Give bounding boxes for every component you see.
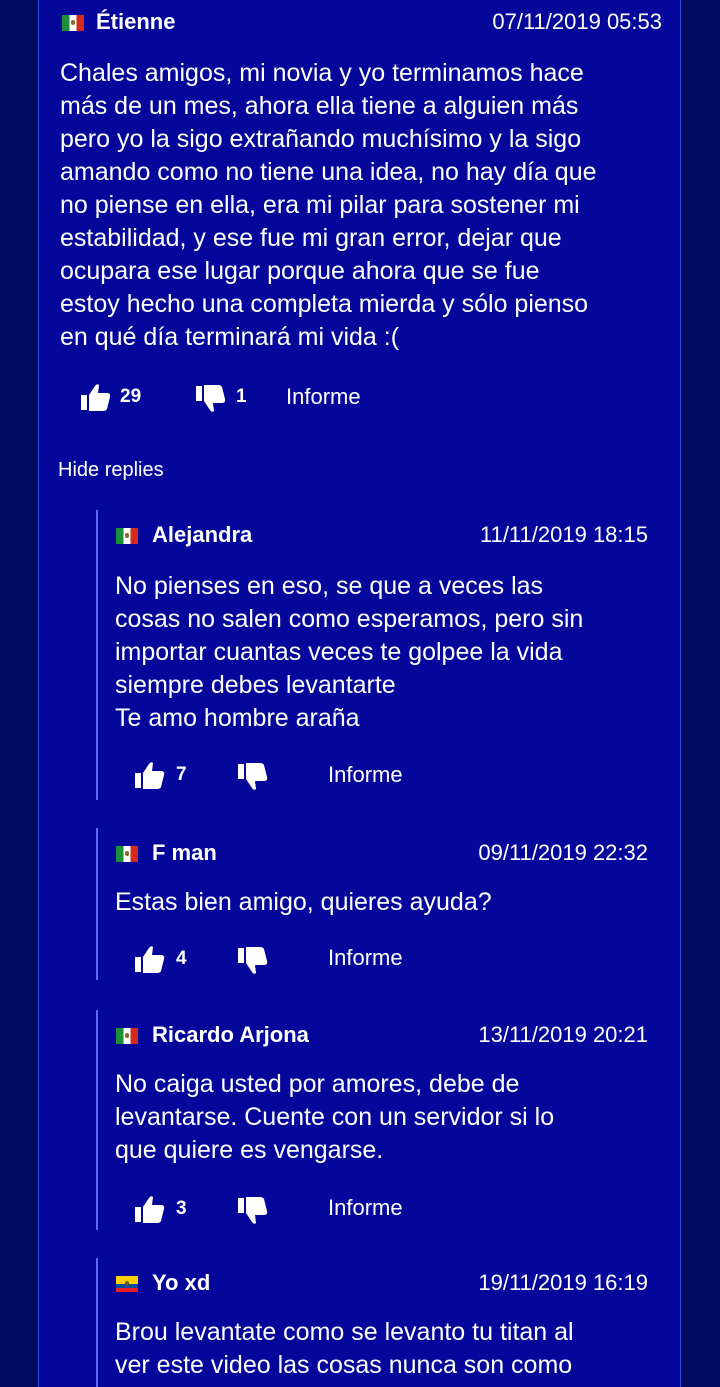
report-link[interactable]: Informe [328,945,403,971]
thumbs-up-icon[interactable] [134,1194,166,1224]
report-link[interactable]: Informe [328,1195,403,1221]
reply-author[interactable]: F man [152,840,217,866]
reply-author[interactable]: Yo xd [152,1270,210,1296]
mexico-flag-icon [62,15,84,31]
reply-date: 13/11/2019 20:21 [478,1022,648,1047]
reply-text: Brou levantate como se levanto tu titan … [115,1318,574,1379]
thumbs-down-icon[interactable] [195,384,227,414]
like-count: 7 [176,764,187,785]
like-count: 29 [120,386,142,407]
mexico-flag-icon [116,1028,138,1044]
report-link[interactable]: Informe [286,384,361,410]
like-count: 3 [176,1198,187,1219]
reply-date: 19/11/2019 16:19 [478,1270,648,1295]
like-count: 4 [176,948,187,969]
mexico-flag-icon [116,846,138,862]
thumbs-up-icon[interactable] [134,760,166,790]
reply-text: No caiga usted por amores, debe de levan… [115,1070,555,1164]
thumbs-down-icon[interactable] [237,762,269,792]
thumbs-down-icon[interactable] [237,946,269,976]
reply-text: No pienses en eso, se que a veces las co… [115,572,584,732]
thumbs-up-icon[interactable] [134,944,166,974]
reply-thread-line [96,510,98,800]
reply-author[interactable]: Ricardo Arjona [152,1022,309,1048]
mexico-flag-icon [116,528,138,544]
report-link[interactable]: Informe [328,762,403,788]
reply-thread-line [96,1258,98,1387]
ecuador-flag-icon [116,1276,138,1292]
comment-date: 07/11/2019 05:53 [492,9,662,34]
reply-thread-line [96,1010,98,1230]
dislike-count: 1 [236,386,247,407]
comment-author[interactable]: Étienne [96,9,175,35]
reply-text: Estas bien amigo, quieres ayuda? [115,888,492,916]
comment-text: Chales amigos, mi novia y yo terminamos … [60,59,597,351]
reply-thread-line [96,828,98,980]
reply-author[interactable]: Alejandra [152,522,252,548]
hide-replies-link[interactable]: Hide replies [58,459,164,482]
thumbs-up-icon[interactable] [80,382,112,412]
reply-date: 11/11/2019 18:15 [479,522,648,547]
thumbs-down-icon[interactable] [237,1196,269,1226]
reply-date: 09/11/2019 22:32 [478,840,648,865]
